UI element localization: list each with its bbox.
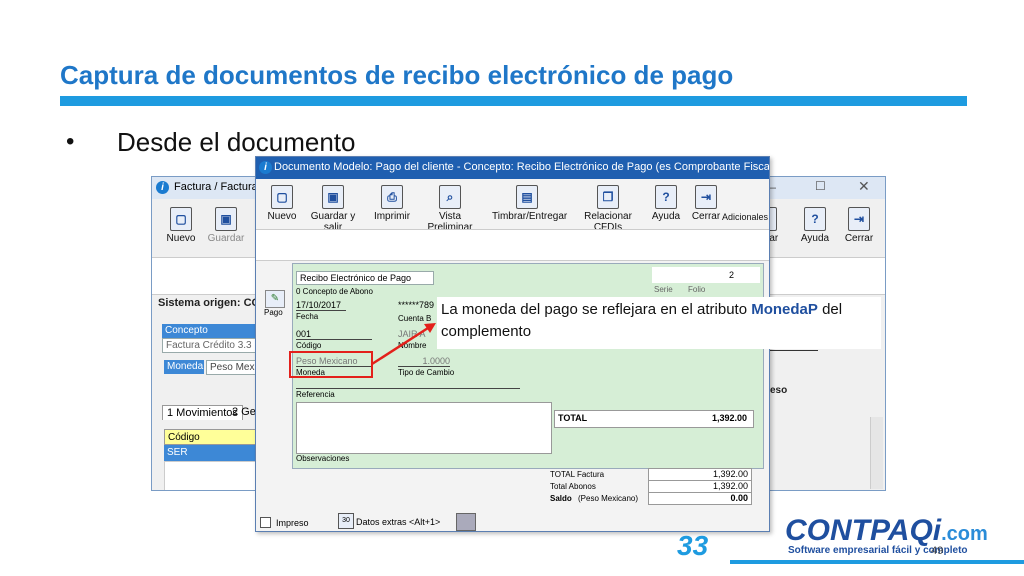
observaciones-label: Observaciones [296,454,350,463]
grid-row-selected[interactable]: SER [164,445,256,461]
contpaqi-logo: CONTPAQi.com [785,514,988,547]
grid-header-codigo: Código [164,429,256,445]
bottom-rule [730,560,1024,564]
codigo-field[interactable]: 001 [296,329,372,340]
app-logo-icon: i [156,181,169,194]
moneda-label: Moneda [164,360,204,374]
back-right-label: eso [770,385,788,396]
cuenta-field[interactable]: ******789 [398,300,434,310]
total-label: TOTAL [558,413,588,423]
relate-icon: ❐ [597,185,619,209]
app-logo-icon: i [259,161,272,174]
help-icon: ? [804,207,826,231]
maximize-icon[interactable]: ☐ [815,179,826,193]
concepto-label: 0 Concepto de Abono [296,287,373,296]
extras-icon[interactable]: 30 [338,513,354,529]
total-abonos-label: Total Abonos [550,482,596,491]
back-toolbar-help-button[interactable]: ? Ayuda [798,207,832,244]
concepto-header: Concepto [162,324,256,338]
new-document-icon: ▢ [170,207,192,231]
saldo-label: Saldo [550,494,572,503]
bullet-text: Desde el documento [117,127,356,157]
toolbar-relate-cfdis-button[interactable]: ❐ Relacionar CFDIs [572,185,644,233]
toolbar-preview-button[interactable]: ⌕ Vista Preliminar [418,185,482,233]
back-toolbar-save-button[interactable]: ▣ Guardar [206,207,246,244]
impreso-label: Impreso [276,518,309,528]
exit-icon: ⇥ [695,185,717,209]
referencia-line [296,387,520,389]
back-scrollbar[interactable] [870,417,883,489]
back-window-title: Factura / Factura [174,181,258,193]
page-number: 49 [931,545,944,557]
total-box: TOTAL 1,392.00 [554,410,754,428]
total-value: 1,392.00 [711,413,747,423]
callout-note: La moneda del pago se reflejara en el at… [437,297,881,349]
toolbar-help-button[interactable]: ? Ayuda [650,185,682,222]
observaciones-textarea[interactable] [296,402,552,454]
help-icon: ? [655,185,677,209]
datos-extras-button[interactable]: Datos extras <Alt+1> [356,517,440,527]
tab-movimientos[interactable]: 1 Movimientos [162,405,243,420]
folio-box: 2 [652,267,760,283]
slide-title: Captura de documentos de recibo electrón… [60,60,734,90]
bullet-marker: • [66,128,75,155]
back-toolbar-new-button[interactable]: ▢ Nuevo [164,207,198,244]
saldo-value: 0.00 [648,492,752,505]
concepto-field[interactable]: Recibo Electrónico de Pago [296,271,434,285]
fecha-label: Fecha [296,312,319,321]
toolbar-exit-button[interactable]: ⇥ Cerrar [690,185,722,222]
close-icon[interactable]: ✕ [858,178,870,195]
save-icon: ▣ [322,185,344,209]
attachment-icon[interactable] [456,513,476,531]
total-factura-label: TOTAL Factura [550,470,605,479]
back-underline [770,350,818,351]
toolbar-new-button[interactable]: ▢ Nuevo [266,185,298,222]
callout-highlight: MonedaP [751,301,818,318]
impreso-checkbox[interactable] [260,517,271,528]
tab-generales[interactable]: 2 Ge [232,406,256,418]
title-rule [60,96,967,106]
codigo-label: Código [296,341,322,350]
grid-body [164,461,258,490]
anniversary-badge: 33 [677,530,709,561]
folio-label: Folio [688,285,706,294]
save-icon: ▣ [215,207,237,231]
saldo-currency: (Peso Mexicano) [578,494,639,503]
print-icon: ⎙ [381,185,403,209]
toolbar-stamp-button[interactable]: ▤ Timbrar/Entregar [492,185,567,222]
toolbar-additional-menu[interactable]: Adicionales [722,212,768,222]
concepto-field[interactable]: Factura Crédito 3.3 [162,338,256,353]
payment-icon: ✎ [265,290,285,308]
front-window-titlebar: i Documento Modelo: Pago del cliente - C… [256,157,769,179]
moneda-field[interactable]: Peso Mexi [206,360,256,375]
front-window-title: Documento Modelo: Pago del cliente - Con… [274,161,770,173]
fecha-field[interactable]: 17/10/2017 [296,300,346,311]
sistema-origen-label: Sistema origen: CO [158,297,261,309]
exit-icon: ⇥ [848,207,870,231]
toolbar-save-exit-button[interactable]: ▣ Guardar y salir [302,185,364,233]
back-toolbar-exit-button[interactable]: ⇥ Cerrar [842,207,876,244]
stamp-icon: ▤ [516,185,538,209]
side-label-pago: Pago [264,308,283,317]
serie-label: Serie [654,285,673,294]
folio-value[interactable]: 2 [729,270,734,280]
new-document-icon: ▢ [271,185,293,209]
callout-arrow [371,323,436,366]
preview-icon: ⌕ [439,185,461,209]
toolbar-print-button[interactable]: ⎙ Imprimir [372,185,412,222]
referencia-label: Referencia [296,390,335,399]
highlight-moneda-box [289,351,373,378]
front-blank-band [256,229,769,261]
